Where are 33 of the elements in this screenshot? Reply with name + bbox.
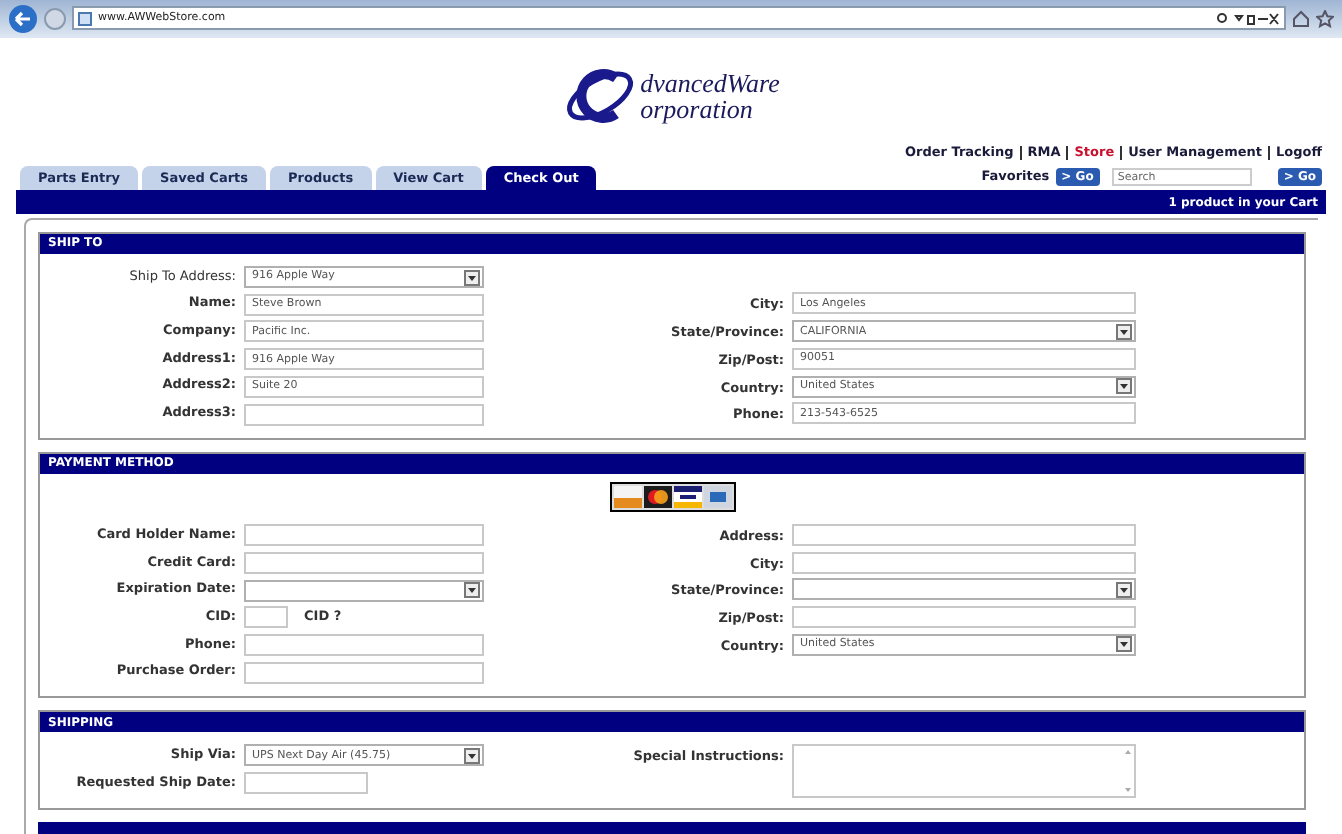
dropdown-arrow-icon — [464, 747, 480, 764]
dropdown-field[interactable] — [244, 579, 484, 602]
credit-card-icon — [613, 485, 641, 508]
text-field[interactable] — [244, 633, 484, 656]
date-field[interactable] — [244, 772, 368, 795]
logo-text: orporation — [640, 96, 755, 123]
dropdown-arrow-icon — [1116, 581, 1132, 598]
dropdown-arrow-icon — [464, 269, 480, 286]
page-icon — [78, 11, 92, 26]
text-field[interactable] — [792, 605, 1136, 628]
back-button-icon[interactable] — [8, 3, 38, 34]
cid-field[interactable] — [244, 606, 288, 629]
home-icon[interactable] — [1292, 9, 1310, 28]
credit-card-icon — [643, 485, 671, 508]
dropdown-arrow-icon — [464, 582, 480, 599]
logo-text: dvancedWare — [640, 70, 780, 97]
scrollbar-icon — [1122, 746, 1134, 796]
dropdown-arrow-icon — [1116, 378, 1132, 394]
text-field[interactable] — [792, 523, 1136, 546]
address-tools-icon — [1216, 11, 1280, 26]
star-icon[interactable] — [1316, 9, 1334, 28]
instructions-textarea[interactable] — [792, 744, 1136, 798]
dropdown-arrow-icon — [1116, 636, 1132, 653]
dropdown-field[interactable] — [792, 578, 1136, 601]
forward-button-icon[interactable] — [44, 7, 66, 30]
dropdown-arrow-icon — [1116, 323, 1132, 340]
text-field[interactable] — [792, 551, 1136, 574]
text-field[interactable] — [244, 551, 484, 574]
text-field[interactable] — [244, 661, 484, 684]
credit-card-icon — [703, 485, 731, 508]
credit-card-icon — [673, 485, 701, 508]
text-field[interactable] — [244, 403, 484, 426]
text-field[interactable] — [244, 524, 484, 547]
